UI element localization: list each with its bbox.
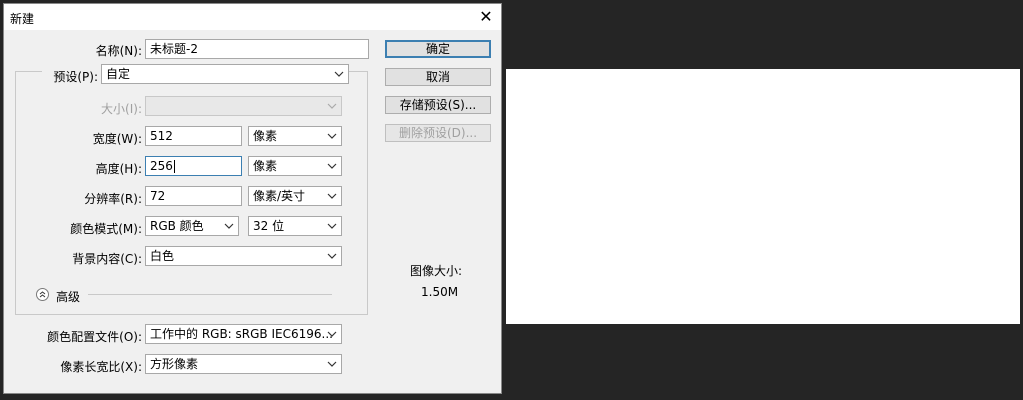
save-preset-button[interactable]: 存储预设(S)...: [385, 96, 491, 114]
color-mode-dropdown[interactable]: RGB 颜色: [145, 216, 239, 236]
color-profile-value: 工作中的 RGB: sRGB IEC6196...: [150, 327, 333, 341]
chevron-down-icon: [325, 128, 339, 144]
title-bar: 新建 ✕: [4, 4, 501, 30]
advanced-label[interactable]: 高级: [56, 288, 80, 305]
preset-dropdown[interactable]: 自定: [101, 64, 349, 84]
size-dropdown: [145, 96, 342, 116]
close-icon[interactable]: ✕: [477, 8, 495, 26]
chevron-down-icon: [325, 188, 339, 204]
preset-value: 自定: [106, 67, 131, 81]
chevron-down-icon: [325, 248, 339, 264]
resolution-value: 72: [150, 189, 166, 203]
height-field[interactable]: 256: [145, 156, 242, 176]
chevron-down-icon: [325, 326, 339, 342]
resolution-field[interactable]: 72: [145, 186, 242, 206]
cancel-button[interactable]: 取消: [385, 68, 491, 86]
background-dropdown[interactable]: 白色: [145, 246, 342, 266]
image-size-label: 图像大小:: [410, 264, 463, 278]
name-label: 名称(N):: [95, 44, 142, 58]
resolution-label: 分辨率(R):: [84, 192, 142, 206]
document-canvas: [506, 69, 1020, 324]
text-caret: [173, 160, 175, 173]
advanced-divider: [88, 294, 332, 295]
chevron-down-icon: [325, 356, 339, 372]
pixel-aspect-label: 像素长宽比(X):: [60, 360, 142, 374]
width-unit-dropdown[interactable]: 像素: [248, 126, 342, 146]
resolution-unit-dropdown[interactable]: 像素/英寸: [248, 186, 342, 206]
pixel-aspect-value: 方形像素: [150, 357, 199, 371]
background-label: 背景内容(C):: [72, 252, 142, 266]
double-chevron-up-icon[interactable]: [36, 288, 49, 301]
chevron-down-icon: [332, 66, 346, 82]
chevron-down-icon: [222, 218, 236, 234]
size-label: 大小(I):: [101, 102, 142, 116]
background-value: 白色: [150, 249, 175, 263]
chevron-down-icon: [325, 218, 339, 234]
height-value: 256: [150, 159, 173, 173]
color-mode-label: 颜色模式(M):: [70, 222, 142, 236]
color-profile-dropdown[interactable]: 工作中的 RGB: sRGB IEC6196...: [145, 324, 342, 344]
name-field[interactable]: 未标题-2: [145, 39, 369, 59]
chevron-down-icon: [325, 158, 339, 174]
delete-preset-button: 删除预设(D)...: [385, 124, 491, 142]
color-profile-label: 颜色配置文件(O):: [47, 330, 142, 344]
width-field[interactable]: 512: [145, 126, 242, 146]
width-value: 512: [150, 129, 173, 143]
image-size-value: 1.50M: [421, 285, 459, 299]
height-unit-dropdown[interactable]: 像素: [248, 156, 342, 176]
pixel-aspect-dropdown[interactable]: 方形像素: [145, 354, 342, 374]
dialog-title: 新建: [10, 12, 35, 26]
preset-label: 预设(P):: [53, 70, 98, 84]
bit-depth-dropdown[interactable]: 32 位: [248, 216, 342, 236]
chevron-down-icon: [325, 98, 339, 114]
height-label: 高度(H):: [95, 162, 142, 176]
width-label: 宽度(W):: [92, 132, 142, 146]
ok-button[interactable]: 确定: [385, 40, 491, 58]
name-value: 未标题-2: [150, 42, 198, 56]
